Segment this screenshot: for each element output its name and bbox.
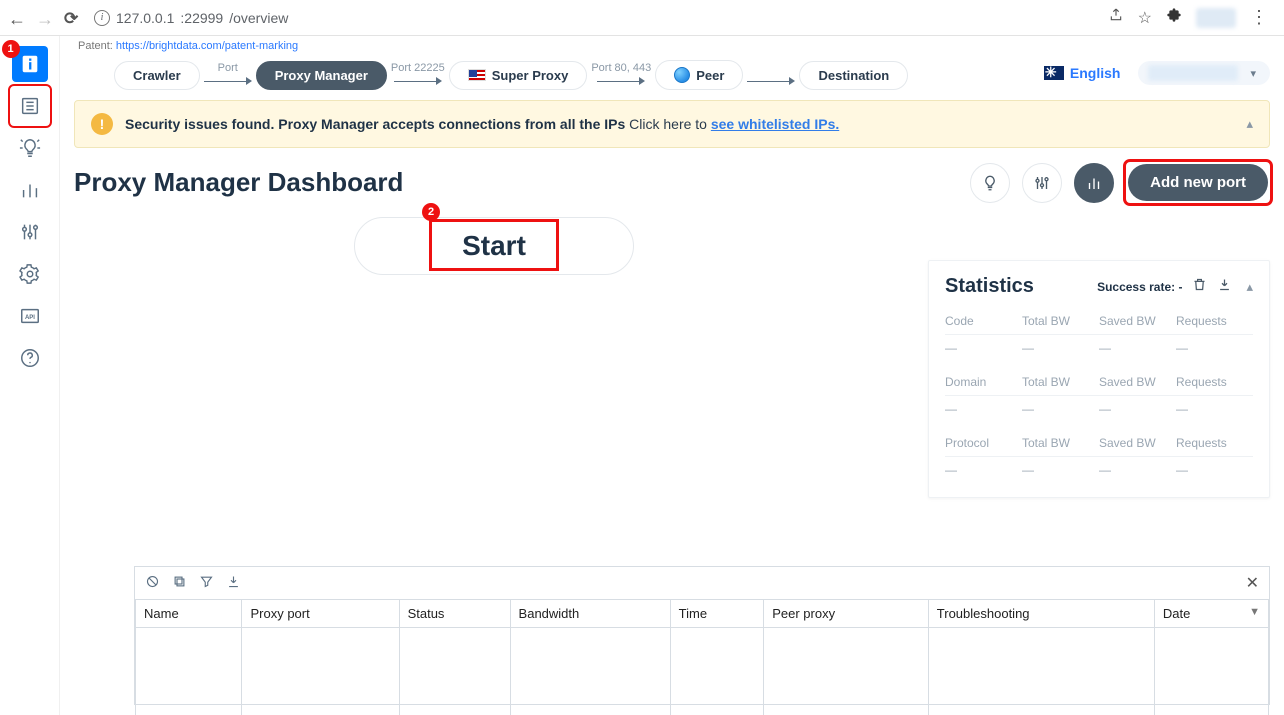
flow-arrow-3: Port 80, 443 <box>591 63 651 88</box>
account-dropdown[interactable] <box>1138 61 1270 85</box>
extensions-icon[interactable] <box>1166 7 1182 28</box>
add-port-highlight: Add new port <box>1126 162 1270 203</box>
annotation-badge-2: 2 <box>422 203 440 221</box>
us-flag-icon <box>468 69 486 81</box>
filters-button[interactable] <box>1022 163 1062 203</box>
flow-diagram: Crawler Port Proxy Manager Port 22225 Su… <box>114 60 908 90</box>
flow-super-proxy: Super Proxy <box>449 61 588 90</box>
add-new-port-button[interactable]: Add new port <box>1128 164 1268 201</box>
flow-peer: Peer <box>655 60 743 90</box>
stats-h-totalbw: Total BW <box>1022 306 1099 334</box>
stats-h-protocol: Protocol <box>945 428 1022 456</box>
uk-flag-icon <box>1044 66 1064 80</box>
flow-destination: Destination <box>799 61 908 90</box>
stats-h-savedbw: Saved BW <box>1099 306 1176 334</box>
annotation-badge-1: 1 <box>2 40 20 58</box>
trash-icon[interactable] <box>1192 277 1207 297</box>
col-time[interactable]: Time <box>670 600 764 628</box>
sidebar-item-tips[interactable] <box>12 130 48 166</box>
sidebar-item-settings-sliders[interactable] <box>12 214 48 250</box>
flow-arrow-4 <box>747 63 795 88</box>
download-icon[interactable] <box>1217 277 1232 297</box>
site-info-icon[interactable]: i <box>94 10 110 26</box>
flow-crawler: Crawler <box>114 61 200 90</box>
stats-h-requests: Requests <box>1176 306 1253 334</box>
download-table-icon[interactable] <box>226 574 241 592</box>
sidebar-item-api[interactable]: API <box>12 298 48 334</box>
col-proxy-port[interactable]: Proxy port <box>242 600 399 628</box>
share-icon[interactable] <box>1108 7 1124 28</box>
sidebar: 1 API <box>0 36 60 715</box>
ports-table-panel: ✕ Name Proxy port Status Bandwidth Time … <box>134 566 1270 705</box>
security-banner: ! Security issues found. Proxy Manager a… <box>74 100 1270 148</box>
success-rate-value: - <box>1175 280 1182 294</box>
stats-h-code: Code <box>945 306 1022 334</box>
sidebar-item-proxies[interactable] <box>12 88 48 124</box>
flow-proxy-manager: Proxy Manager <box>256 61 387 90</box>
profile-blur <box>1196 8 1236 28</box>
browser-toolbar: i 127.0.0.1 :22999/overview ☆ <box>0 0 1284 36</box>
url-path: /overview <box>229 10 288 26</box>
flow-arrow-2: Port 22225 <box>391 63 445 88</box>
stats-h-domain: Domain <box>945 367 1022 395</box>
patent-link[interactable]: https://brightdata.com/patent-marking <box>116 40 298 52</box>
col-peer-proxy[interactable]: Peer proxy <box>764 600 929 628</box>
statistics-title: Statistics <box>945 275 1034 298</box>
tips-button[interactable] <box>970 163 1010 203</box>
globe-icon <box>674 67 690 83</box>
close-table-icon[interactable]: ✕ <box>1246 573 1259 593</box>
banner-collapse-icon[interactable] <box>1242 115 1253 133</box>
stats-button[interactable] <box>1074 163 1114 203</box>
kebab-menu-icon[interactable] <box>1250 7 1268 28</box>
address-bar[interactable]: i 127.0.0.1 :22999/overview <box>94 10 1096 26</box>
warning-icon: ! <box>91 113 113 135</box>
back-icon[interactable] <box>8 9 26 27</box>
flow-arrow-1: Port <box>204 63 252 88</box>
banner-mid: Click here to <box>625 116 711 132</box>
sidebar-item-stats[interactable] <box>12 172 48 208</box>
svg-text:API: API <box>24 315 34 321</box>
filter-icon[interactable] <box>199 574 214 592</box>
sidebar-item-help[interactable] <box>12 340 48 376</box>
account-blur <box>1148 65 1238 81</box>
sidebar-item-config[interactable] <box>12 256 48 292</box>
url-host: 127.0.0.1 <box>116 10 174 26</box>
col-bandwidth[interactable]: Bandwidth <box>510 600 670 628</box>
patent-line: Patent: https://brightdata.com/patent-ma… <box>78 40 1270 52</box>
start-highlight-frame <box>429 219 559 271</box>
col-name[interactable]: Name <box>136 600 242 628</box>
patent-prefix: Patent: <box>78 40 116 52</box>
page-title: Proxy Manager Dashboard <box>74 167 403 198</box>
col-status[interactable]: Status <box>399 600 510 628</box>
success-rate-label: Success rate: <box>1097 280 1175 294</box>
star-icon[interactable]: ☆ <box>1138 8 1152 28</box>
col-date[interactable]: Date▼ <box>1154 600 1268 628</box>
copy-icon[interactable] <box>172 574 187 592</box>
banner-link[interactable]: see whitelisted IPs. <box>711 116 839 132</box>
col-troubleshooting[interactable]: Troubleshooting <box>928 600 1154 628</box>
banner-strong: Security issues found. Proxy Manager acc… <box>125 116 625 132</box>
ports-table: Name Proxy port Status Bandwidth Time Pe… <box>135 599 1269 715</box>
reload-icon[interactable] <box>64 9 82 27</box>
statistics-panel: Statistics Success rate: - Code Total BW… <box>928 260 1270 498</box>
table-row <box>136 628 1269 715</box>
forward-icon <box>36 9 54 27</box>
stats-grid: Code Total BW Saved BW Requests — — — — … <box>945 306 1253 489</box>
main-content: Patent: https://brightdata.com/patent-ma… <box>60 36 1284 715</box>
language-label: English <box>1070 65 1121 81</box>
collapse-icon[interactable] <box>1242 278 1253 296</box>
disable-icon[interactable] <box>145 574 160 592</box>
url-port: :22999 <box>180 10 223 26</box>
language-dropdown[interactable]: English <box>1044 65 1121 81</box>
